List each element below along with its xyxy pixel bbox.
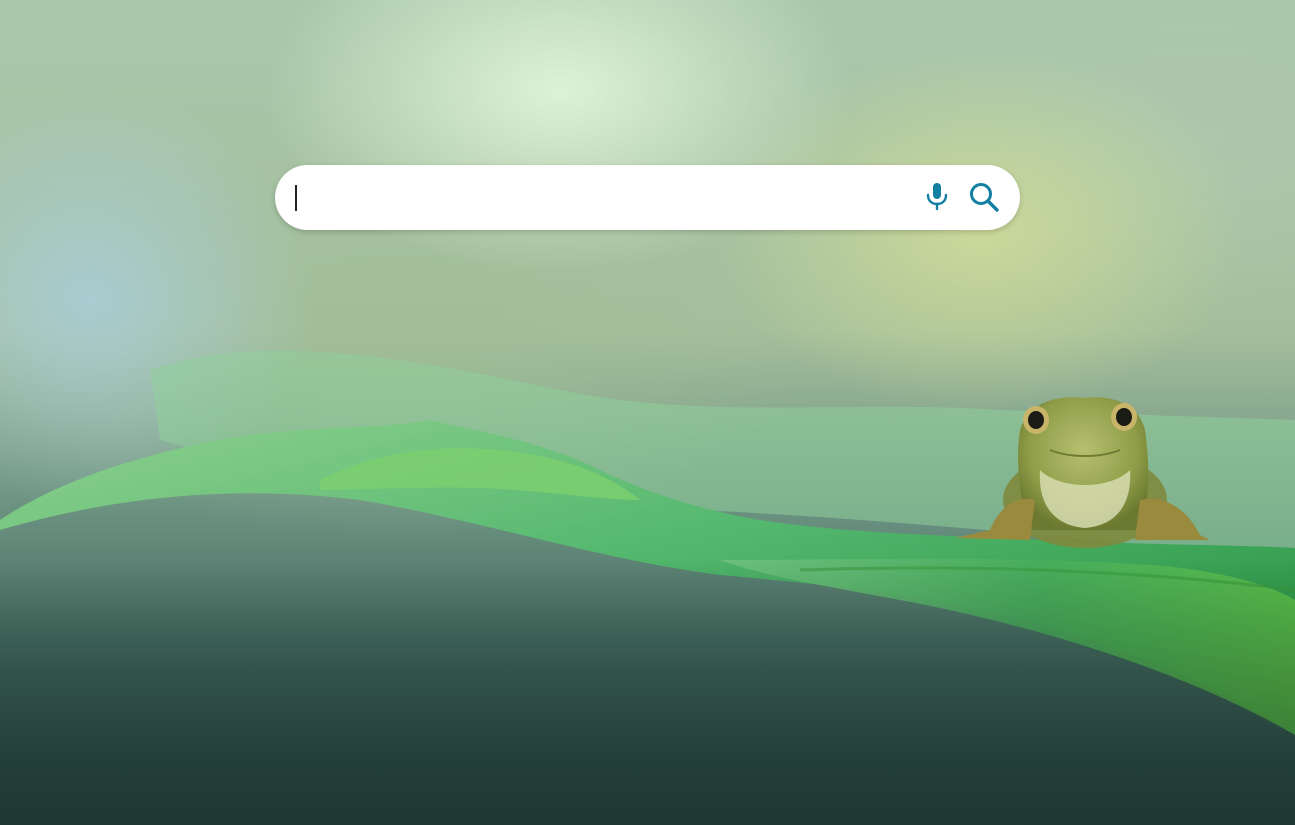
search-bar[interactable] — [275, 165, 1020, 230]
search-input[interactable] — [295, 175, 909, 222]
search-button[interactable] — [967, 180, 1001, 214]
bottom-shade — [0, 560, 1295, 825]
magnifier-icon — [970, 183, 999, 212]
wallpaper-background — [0, 0, 1295, 825]
text-caret — [295, 185, 297, 211]
frog-leaf-photo — [0, 350, 1295, 825]
microphone-button[interactable] — [920, 180, 954, 214]
microphone-icon — [926, 183, 948, 211]
